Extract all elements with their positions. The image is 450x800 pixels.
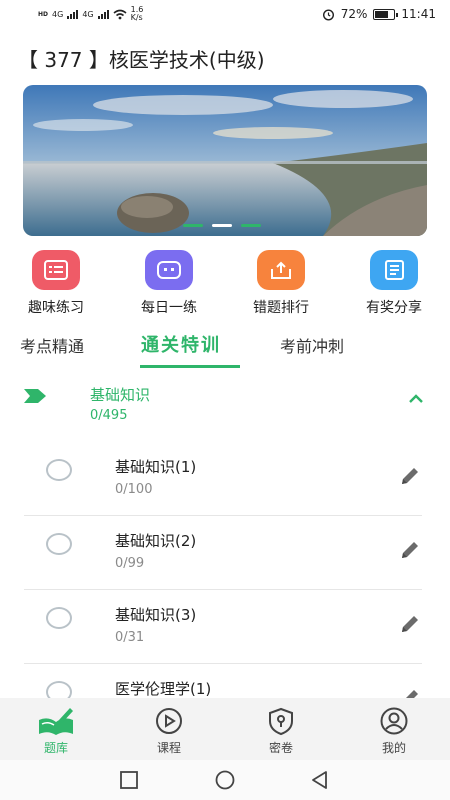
network-4g-label-2: 4G: [82, 9, 94, 19]
status-indicators: HD 4G 4G 1.6 K/s: [38, 6, 153, 22]
tab-tongguan-texun[interactable]: 通关特训: [141, 331, 221, 357]
network-speed: 1.6 K/s: [130, 5, 144, 22]
quick-actions: 趣味练习 每日一练 错题排行 有奖分享: [0, 250, 450, 320]
tab-kaodian-jingtong[interactable]: 考点精通: [20, 333, 84, 357]
carousel-dot-3[interactable]: [241, 224, 261, 227]
radio-circle-icon: [46, 533, 72, 555]
section-name: 基础知识(3): [115, 606, 197, 624]
quick-action-fun-practice[interactable]: 趣味练习: [11, 250, 101, 317]
hd-indicator: HD: [38, 10, 49, 18]
section-item[interactable]: 医学伦理学(1): [24, 664, 422, 698]
nav-label: 课程: [156, 741, 181, 755]
radio-circle-icon: [46, 607, 72, 629]
question-bank-icon: [16, 704, 96, 738]
page-title: 【 377 】核医学技术(中级): [18, 48, 265, 72]
radio-circle-icon: [46, 459, 72, 481]
signal-icon: [67, 9, 79, 19]
nav-label: 我的: [381, 741, 406, 755]
pencil-icon[interactable]: [398, 464, 422, 488]
pencil-icon[interactable]: [398, 538, 422, 562]
pencil-icon[interactable]: [398, 686, 422, 698]
active-tab-indicator: [140, 365, 240, 368]
battery-icon: [373, 8, 399, 20]
chapter-flag-icon: [24, 389, 46, 403]
chevron-up-icon[interactable]: [408, 394, 424, 404]
nav-label: 密卷: [268, 741, 293, 755]
banner-image: [23, 85, 427, 236]
quick-action-label: 趣味练习: [28, 300, 84, 316]
quick-action-wrong-ranking[interactable]: 错题排行: [236, 250, 326, 317]
share-box-icon: [257, 250, 305, 290]
nav-secret-paper[interactable]: 密卷: [241, 704, 321, 756]
chapter-list: 基础知识 0/495 基础知识(1) 0/100 基础知识(2) 0/99 基础…: [0, 372, 450, 698]
back-triangle-icon[interactable]: [310, 770, 330, 790]
wifi-icon: [113, 9, 127, 19]
bottom-nav: 题库 课程 密卷 我的: [0, 698, 450, 760]
section-item[interactable]: 基础知识(2) 0/99: [24, 516, 422, 590]
play-course-icon: [129, 704, 209, 738]
quick-action-label: 每日一练: [141, 300, 197, 316]
system-nav-bar: [0, 760, 450, 800]
carousel-indicator: [183, 224, 261, 227]
clock: 11:41: [401, 7, 436, 21]
recent-apps-square-icon[interactable]: [119, 770, 139, 790]
carousel-dot-1[interactable]: [183, 224, 203, 227]
user-profile-icon: [354, 704, 434, 738]
carousel-dot-2[interactable]: [212, 224, 232, 227]
chapter-card: 基础知识 0/495 基础知识(1) 0/100 基础知识(2) 0/99 基础…: [0, 372, 450, 698]
quick-action-label: 有奖分享: [366, 300, 422, 316]
nav-question-bank[interactable]: 题库: [16, 704, 96, 756]
tab-kaoqian-chongci[interactable]: 考前冲刺: [280, 333, 344, 357]
notebook-icon: [370, 250, 418, 290]
pencil-icon[interactable]: [398, 612, 422, 636]
section-item[interactable]: 基础知识(3) 0/31: [24, 590, 422, 664]
section-name: 基础知识(2): [115, 532, 197, 550]
section-progress: 0/99: [115, 556, 145, 571]
section-name: 基础知识(1): [115, 458, 197, 476]
battery-percent: 72%: [340, 7, 368, 21]
section-item[interactable]: 基础知识(1) 0/100: [24, 442, 422, 516]
chapter-progress: 0/495: [90, 408, 128, 423]
quick-action-reward-share[interactable]: 有奖分享: [349, 250, 439, 317]
network-4g-label-1: 4G: [52, 9, 64, 19]
banner-carousel[interactable]: [23, 85, 427, 236]
chapter-header[interactable]: 基础知识 0/495: [0, 372, 450, 442]
radio-circle-icon: [46, 681, 72, 698]
status-bar: HD 4G 4G 1.6 K/s 72% 11:41: [0, 0, 450, 30]
status-right: 72% 11:41: [322, 7, 436, 21]
section-name: 医学伦理学(1): [115, 680, 212, 698]
nav-profile[interactable]: 我的: [354, 704, 434, 756]
alarm-icon: [322, 8, 334, 21]
quick-action-daily-practice[interactable]: 每日一练: [124, 250, 214, 317]
secret-paper-shield-icon: [241, 704, 321, 738]
section-progress: 0/100: [115, 482, 153, 497]
section-progress: 0/31: [115, 630, 145, 645]
nav-course[interactable]: 课程: [129, 704, 209, 756]
chapter-title: 基础知识: [90, 386, 151, 404]
practice-list-icon: [32, 250, 80, 290]
signal-icon: [97, 9, 109, 19]
home-circle-icon[interactable]: [214, 770, 236, 790]
tab-bar: 考点精通 通关特训 考前冲刺: [0, 330, 450, 370]
nav-label: 题库: [43, 741, 68, 755]
quick-action-label: 错题排行: [253, 300, 309, 316]
robot-face-icon: [145, 250, 193, 290]
